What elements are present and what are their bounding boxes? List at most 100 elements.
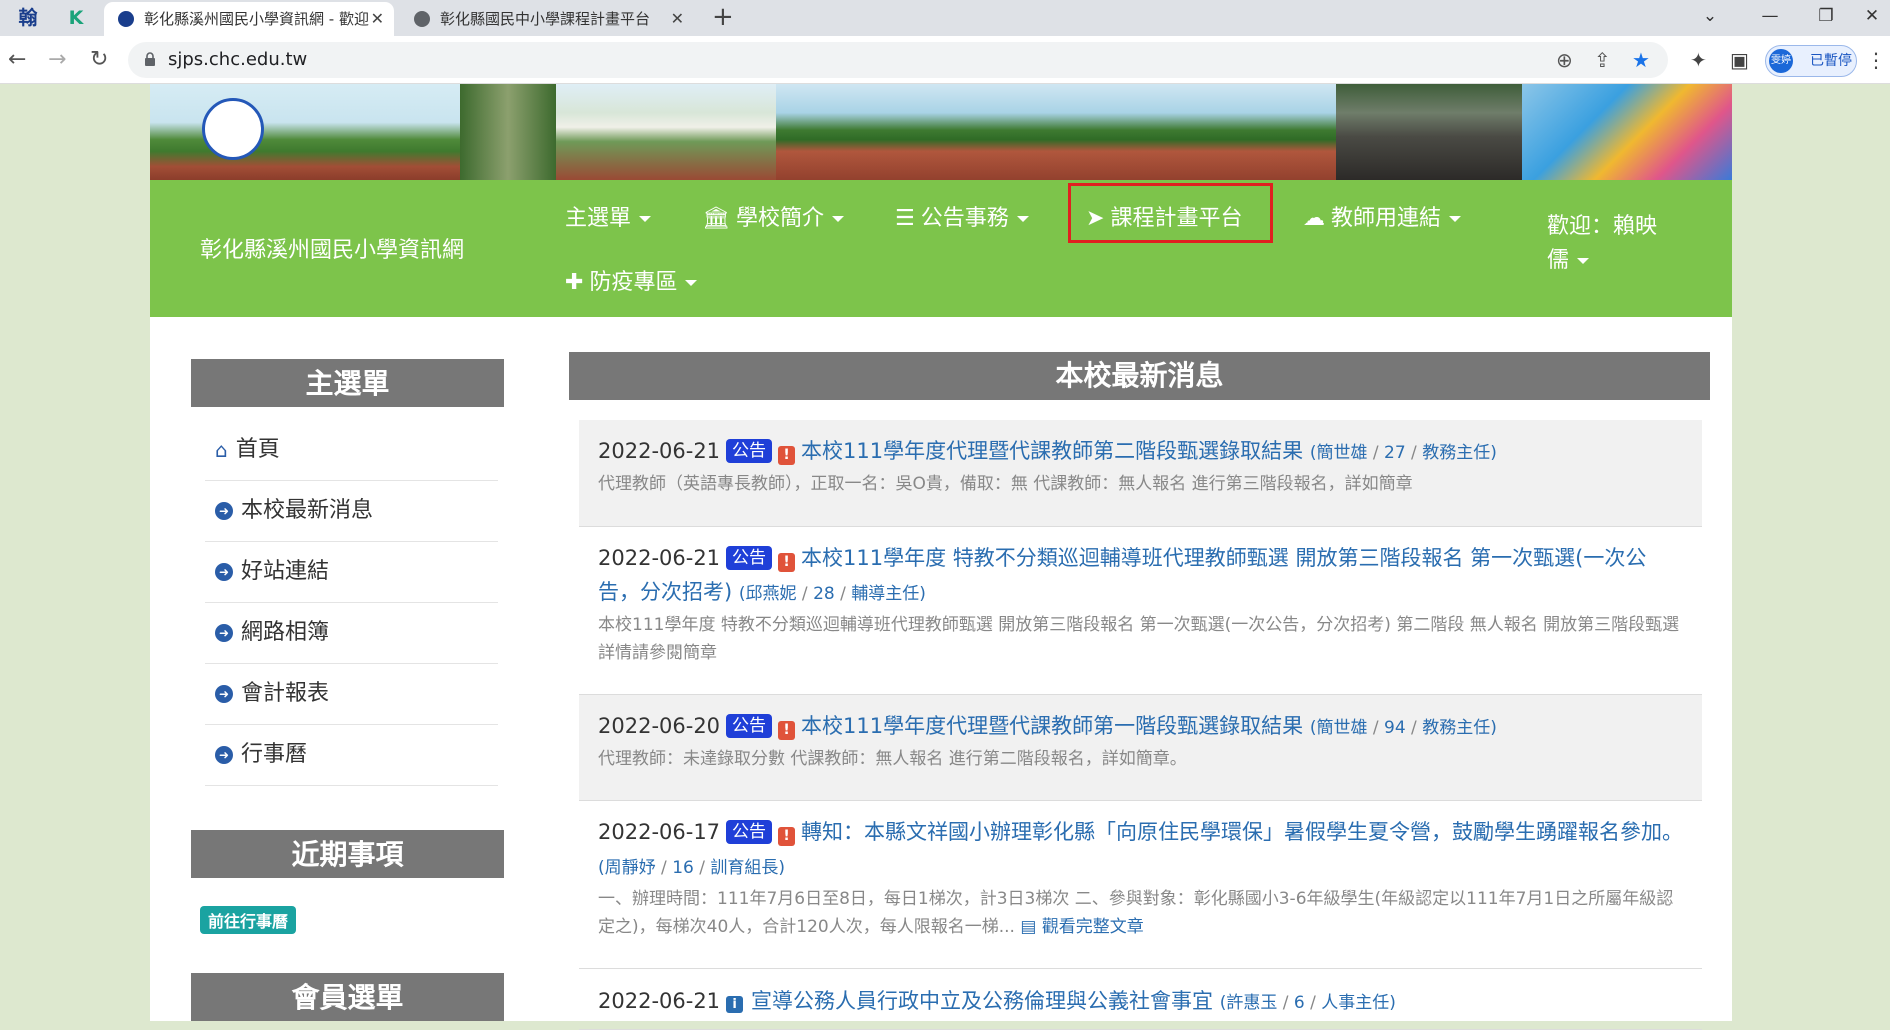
pinned-tab-1[interactable]: 翰: [14, 6, 42, 30]
sidebar-item-label: 行事曆: [241, 742, 308, 767]
news-author[interactable]: 簡世雄: [1316, 443, 1367, 463]
tab-school-site[interactable]: 彰化縣溪州國民小學資訊網 - 歡迎 ✕: [104, 2, 394, 36]
announcement-badge: 公告: [726, 714, 773, 738]
news-role[interactable]: 輔導主任: [851, 584, 919, 604]
news-views: 94: [1384, 718, 1406, 738]
sidebar-item-calendar[interactable]: ➜ 行事曆: [205, 725, 498, 786]
calendar-button[interactable]: 前往行事曆: [200, 906, 297, 934]
sidebar-item-links[interactable]: ➜ 好站連結: [205, 542, 498, 603]
close-tab-icon[interactable]: ✕: [371, 2, 384, 36]
nav-label: 課程計畫平台: [1110, 206, 1243, 231]
news-views: 16: [672, 858, 694, 878]
close-tab-icon[interactable]: ✕: [671, 2, 684, 36]
nav-label: 學校簡介: [735, 206, 824, 231]
reload-icon[interactable]: ↻: [90, 46, 108, 74]
news-meta: (周靜妤 / 16 / 訓育組長): [598, 858, 786, 878]
news-author[interactable]: 邱燕妮: [746, 584, 797, 604]
forward-icon[interactable]: →: [48, 46, 66, 74]
close-window-button[interactable]: ✕: [1852, 0, 1890, 32]
news-title-link[interactable]: 本校111學年度代理暨代課教師第一階段甄選錄取結果: [801, 714, 1303, 738]
news-author[interactable]: 簡世雄: [1316, 718, 1367, 738]
nav-main-menu[interactable]: 主選單: [565, 200, 652, 232]
menu-dots-icon[interactable]: ⋮: [1866, 46, 1886, 74]
nav-label: 教師用連結: [1331, 206, 1442, 231]
news-views: 6: [1293, 993, 1305, 1013]
news-item: 2022-06-21 公告! 本校111學年度代理暨代課教師第二階段甄選錄取結果 (…: [579, 420, 1702, 527]
arrow-circle-icon: ➜: [215, 746, 233, 764]
announcement-badge: 公告: [726, 546, 773, 570]
nav-epidemic-prevention[interactable]: ✚ 防疫專區: [565, 264, 698, 296]
news-item: 2022-06-17 公告! 轉知：本縣文祥國小辦理彰化縣「向原住民學環保」暑假學生…: [579, 801, 1702, 969]
news-title-link[interactable]: 本校111學年度代理暨代課教師第二階段甄選錄取結果: [801, 439, 1303, 463]
news-title-link[interactable]: 宣導公務人員行政中立及公務倫理與公義社會事宜: [751, 989, 1213, 1013]
news-author[interactable]: 周靜妤: [605, 858, 656, 878]
news-title-link[interactable]: 轉知：本縣文祥國小辦理彰化縣「向原住民學環保」暑假學生夏令營，鼓勵學生踴躍報名參…: [801, 820, 1683, 844]
bookmark-star-icon[interactable]: ★: [1632, 47, 1650, 73]
nav-announcements[interactable]: ☰ 公告事務: [895, 200, 1029, 232]
warning-icon: !: [778, 827, 796, 846]
news-meta: (邱燕妮 / 28 / 輔導主任): [738, 584, 926, 604]
profile-button[interactable]: 雯婷 已暫停: [1765, 45, 1857, 77]
sidebar-item-label: 本校最新消息: [241, 498, 374, 523]
nav-label: 主選單: [565, 206, 632, 231]
announcement-badge: 公告: [726, 820, 773, 844]
sidebar-item-accounting[interactable]: ➜ 會計報表: [205, 664, 498, 725]
nav-school-intro[interactable]: 🏛 學校簡介: [702, 200, 844, 232]
tab-curriculum-platform[interactable]: 彰化縣國民中小學課程計畫平台 ✕: [400, 2, 694, 36]
caret-down-icon: [685, 280, 698, 286]
bank-icon: 🏛: [702, 206, 730, 231]
sidebar-item-label: 會計報表: [241, 681, 330, 706]
caret-down-icon: [831, 216, 844, 222]
arrow-circle-icon: ➜: [215, 563, 233, 581]
news-date: 2022-06-17: [598, 820, 721, 844]
news-role[interactable]: 教務主任: [1422, 443, 1490, 463]
news-meta: (簡世雄 / 27 / 教務主任): [1309, 443, 1497, 463]
school-banner-image: [150, 84, 1732, 180]
address-toolbar: ← → ↻ sjps.chc.edu.tw ⊕ ⇪ ★ ✦ ▣ 雯婷 已暫停 ⋮: [0, 36, 1890, 84]
site-navbar: 彰化縣溪州國民小學資訊網 主選單 🏛 學校簡介 ☰ 公告事務 ➤ 課程計畫平台 ☁ 教師…: [150, 180, 1732, 317]
tab-search-icon[interactable]: ⌄: [1690, 0, 1730, 32]
news-summary: 本校111學年度 特教不分類巡迴輔導班代理教師甄選 開放第三階段報名 第一次甄選…: [598, 615, 1680, 663]
news-role[interactable]: 訓育組長: [710, 858, 778, 878]
news-author[interactable]: 許惠玉: [1226, 993, 1277, 1013]
welcome-text: 歡迎：賴映儒: [1547, 214, 1658, 273]
side-panel-icon[interactable]: ▣: [1730, 46, 1749, 74]
profile-status: 已暫停: [1810, 53, 1852, 69]
warning-icon: !: [778, 553, 796, 572]
globe-logo-icon: [118, 11, 134, 27]
site-brand[interactable]: 彰化縣溪州國民小學資訊網: [200, 232, 464, 264]
news-summary: 一、辦理時間：111年7月6日至8日，每日1梯次，計3日3梯次 二、參與對象：彰…: [598, 885, 1684, 941]
extensions-icon[interactable]: ✦: [1690, 46, 1707, 74]
nav-curriculum-platform[interactable]: ➤ 課程計畫平台: [1086, 200, 1242, 232]
back-icon[interactable]: ←: [8, 46, 26, 74]
sidebar-item-albums[interactable]: ➜ 網路相簿: [205, 603, 498, 664]
url-text[interactable]: sjps.chc.edu.tw: [168, 42, 307, 78]
new-tab-button[interactable]: +: [712, 0, 734, 34]
minimize-button[interactable]: —: [1750, 0, 1790, 32]
sidebar-item-latest-news[interactable]: ➜ 本校最新消息: [205, 481, 498, 542]
nav-teacher-links[interactable]: ☁ 教師用連結: [1303, 200, 1462, 232]
maximize-button[interactable]: ❐: [1806, 0, 1846, 32]
sidebar-item-home[interactable]: ⌂ 首頁: [205, 420, 498, 481]
news-date: 2022-06-20: [598, 714, 721, 738]
info-icon: i: [726, 996, 744, 1013]
read-more-link[interactable]: ▤ 觀看完整文章: [1020, 917, 1143, 937]
ambulance-icon: ✚: [565, 270, 584, 295]
pinned-tab-2[interactable]: K: [62, 6, 90, 30]
news-date: 2022-06-21: [598, 439, 721, 463]
zoom-icon[interactable]: ⊕: [1556, 47, 1573, 73]
sidebar-item-label: 好站連結: [241, 559, 330, 584]
news-date: 2022-06-21: [598, 989, 721, 1013]
announcement-badge: 公告: [726, 439, 773, 463]
user-welcome-menu[interactable]: 歡迎：賴映儒: [1547, 210, 1677, 278]
sidebar-item-label: 網路相簿: [241, 620, 330, 645]
news-role[interactable]: 人事主任: [1321, 993, 1389, 1013]
globe-icon: [414, 11, 430, 27]
site-container: 彰化縣溪州國民小學資訊網 主選單 🏛 學校簡介 ☰ 公告事務 ➤ 課程計畫平台 ☁ 教師…: [150, 84, 1732, 1030]
share-icon[interactable]: ⇪: [1594, 47, 1611, 73]
news-item: 2022-06-20 公告! 本校111學年度代理暨代課教師第一階段甄選錄取結果 (…: [579, 695, 1702, 801]
news-role[interactable]: 教務主任: [1422, 718, 1490, 738]
cloud-icon: ☁: [1303, 206, 1325, 231]
omnibox[interactable]: sjps.chc.edu.tw ⊕ ⇪ ★: [128, 42, 1668, 78]
arrow-circle-icon: ➜: [215, 685, 233, 703]
